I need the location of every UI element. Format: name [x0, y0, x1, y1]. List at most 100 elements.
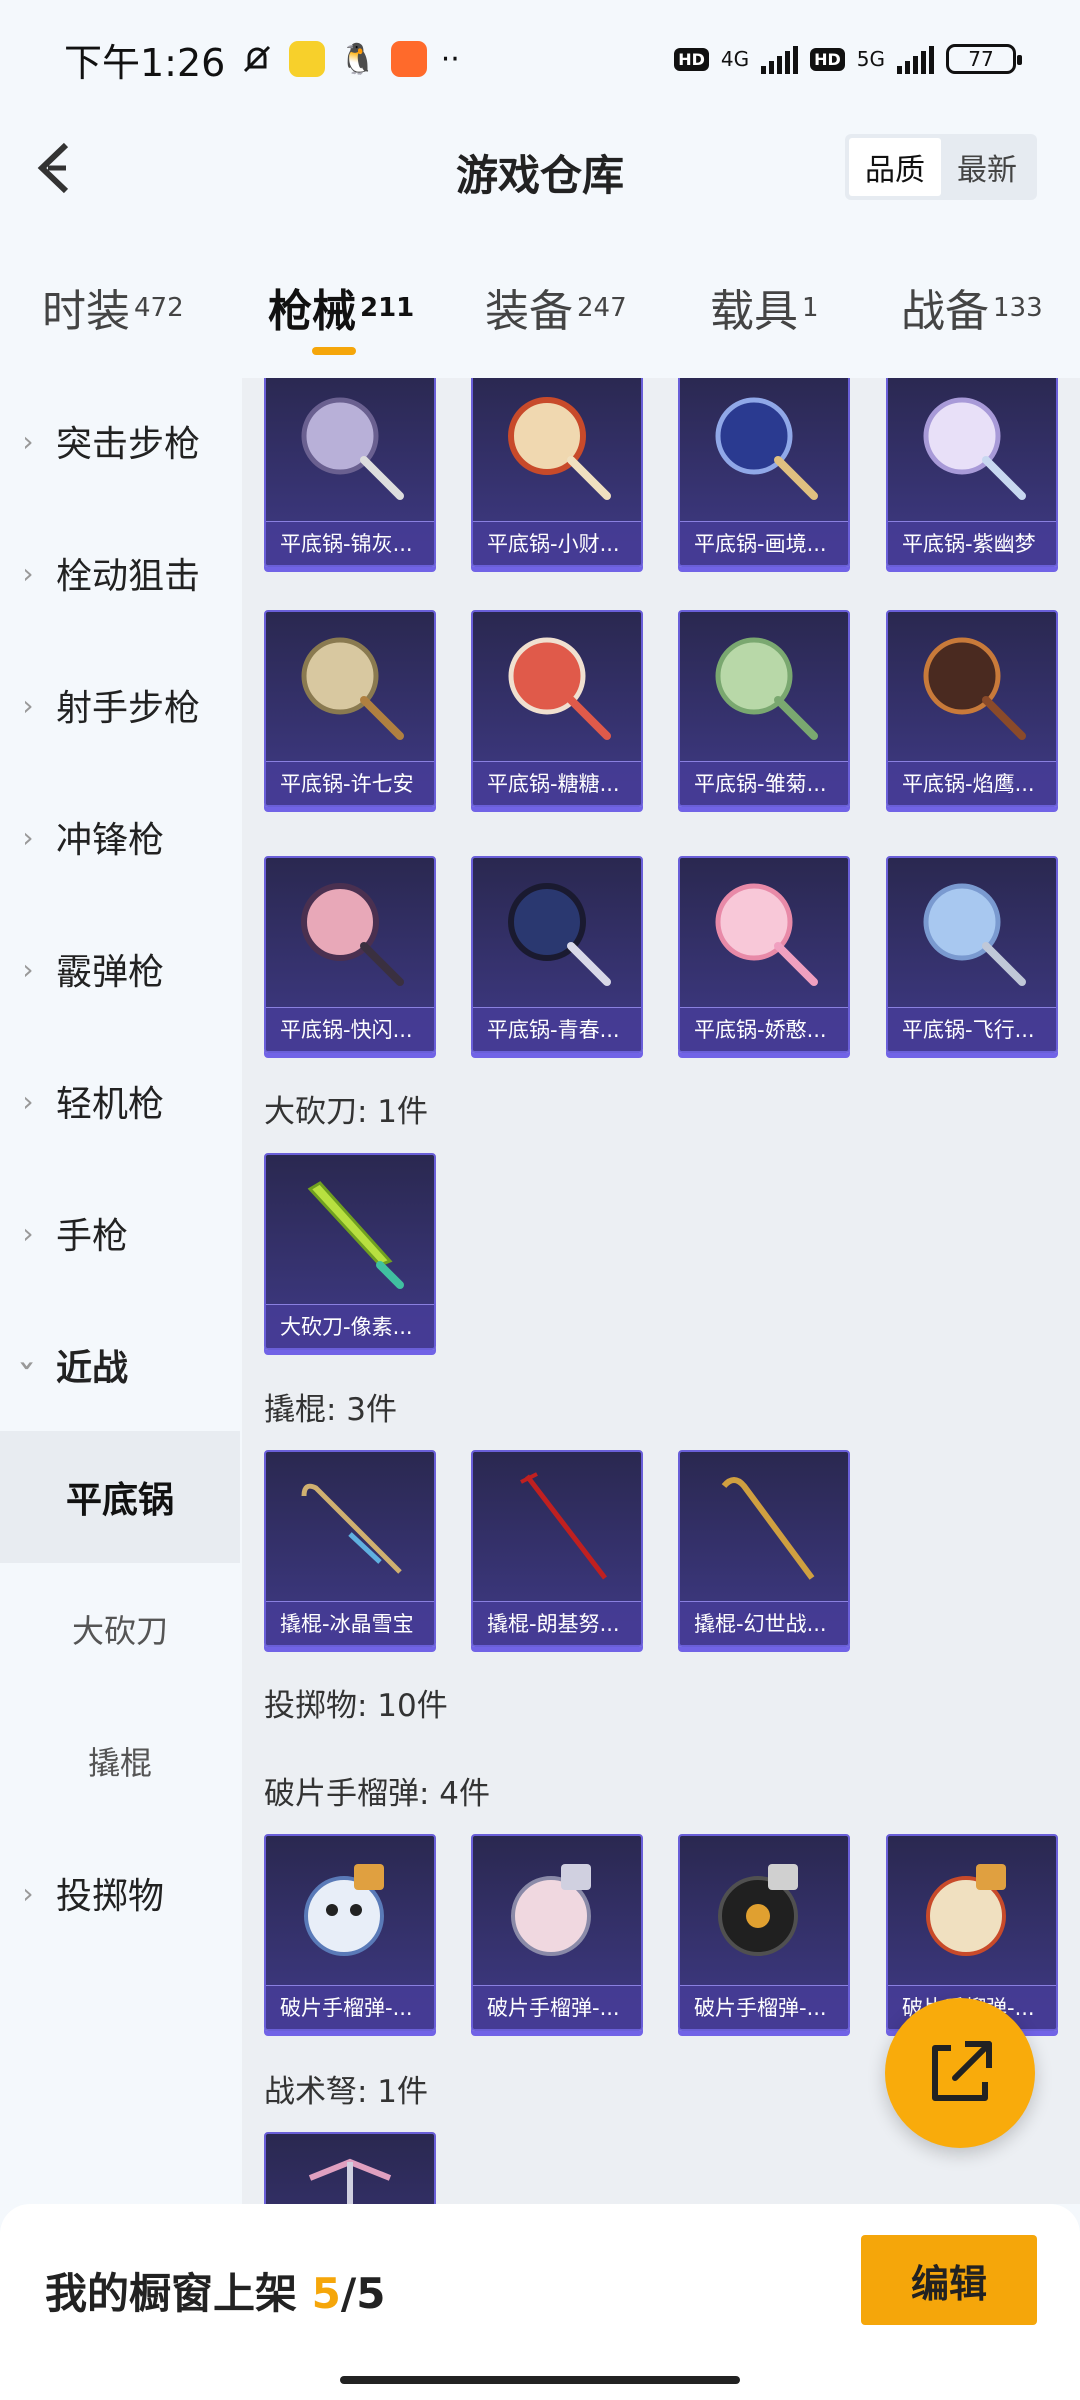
sidebar-item-throwable[interactable]: › 投掷物 — [0, 1827, 240, 1959]
signal-icon-2 — [897, 44, 934, 74]
sidebar-item-shotgun[interactable]: › 霰弹枪 — [0, 903, 240, 1035]
crossbow-icon — [308, 2158, 392, 2204]
pan-icon — [508, 397, 611, 500]
item-card[interactable]: 破片手榴弹-... — [264, 1834, 436, 2031]
sidebar-sub-machete[interactable]: 大砍刀 — [0, 1563, 240, 1695]
sidebar-item-label: 突击步枪 — [56, 424, 201, 465]
tab-label: 枪械 — [268, 286, 356, 337]
edit-button[interactable]: 编辑 — [861, 2235, 1037, 2325]
sidebar-item-marksman[interactable]: › 射手步枪 — [0, 639, 240, 771]
item-card[interactable]: 平底锅-飞行... — [886, 856, 1058, 1053]
item-card[interactable]: 破片手榴弹-... — [471, 1834, 643, 2031]
sidebar-item-label: 近战 — [56, 1348, 129, 1389]
item-card[interactable]: 撬棍-朗基努... — [471, 1450, 643, 1647]
item-name: 平底锅-紫幽梦 — [888, 521, 1056, 565]
section-grenade: 破片手榴弹: 4件 — [264, 1776, 491, 1812]
showcase-label: 我的橱窗上架 5/5 — [45, 2260, 385, 2321]
network-4g: 4G — [720, 47, 750, 71]
item-name: 破片手榴弹-... — [266, 1985, 434, 2029]
tab-supplies[interactable]: 战备 133 — [901, 275, 1043, 339]
crowbar-icon — [301, 1483, 402, 1574]
sidebar-item-label: 手枪 — [56, 1216, 129, 1257]
item-name: 平底锅-雏菊... — [680, 761, 848, 805]
tab-indicator — [312, 347, 356, 355]
tab-equipment[interactable]: 装备 247 — [485, 275, 627, 339]
shop-notification-icon — [390, 41, 427, 77]
machete-icon — [307, 1181, 404, 1289]
tab-label: 载具 — [710, 286, 798, 337]
qq-icon: 🐧 — [339, 41, 377, 77]
item-card[interactable]: 大砍刀-像素... — [264, 1153, 436, 1350]
pan-icon — [715, 397, 818, 500]
share-button[interactable] — [885, 1998, 1035, 2148]
tab-count: 1 — [802, 293, 819, 323]
tab-count: 133 — [993, 293, 1043, 323]
section-crossbow: 战术弩: 1件 — [264, 2074, 429, 2110]
item-card[interactable]: 平底锅-小财... — [471, 378, 643, 567]
sort-quality-button[interactable]: 品质 — [849, 138, 941, 196]
grenade-icon — [926, 1864, 1006, 1956]
sidebar-item-lmg[interactable]: › 轻机枪 — [0, 1035, 240, 1167]
pan-icon — [508, 883, 611, 986]
item-card[interactable]: 平底锅-锦灰... — [264, 378, 436, 567]
sidebar-item-smg[interactable]: › 冲锋枪 — [0, 771, 240, 903]
category-tabs: 时装 472 枪械 211 装备 247 载具 1 战备 133 — [0, 255, 1080, 375]
sidebar-item-pistol[interactable]: › 手枪 — [0, 1167, 240, 1299]
sidebar-item-label: 射手步枪 — [56, 688, 201, 729]
sidebar-item-label: 栓动狙击 — [56, 556, 201, 597]
item-card[interactable]: 破片手榴弹-... — [678, 1834, 850, 2031]
sort-latest-button[interactable]: 最新 — [941, 138, 1033, 196]
app-notification-icon — [289, 41, 326, 77]
item-name: 平底锅-青春... — [473, 1007, 641, 1051]
status-time: 下午1:26 — [64, 40, 226, 85]
sort-toggle: 品质 最新 — [845, 134, 1037, 200]
chevron-down-icon: › — [11, 1359, 45, 1371]
item-card[interactable]: 撬棍-幻世战... — [678, 1450, 850, 1647]
item-card[interactable]: 平底锅-紫幽梦 — [886, 378, 1058, 567]
item-card[interactable]: 平底锅-糖糖... — [471, 610, 643, 807]
item-name: 平底锅-画境... — [680, 521, 848, 565]
sidebar-sub-crowbar[interactable]: 撬棍 — [0, 1695, 240, 1827]
item-card[interactable]: 平底锅-娇憨... — [678, 856, 850, 1053]
item-name: 平底锅-锦灰... — [266, 521, 434, 565]
signal-icon — [761, 44, 799, 74]
hd-badge-2: HD — [810, 47, 845, 71]
sidebar-item-bolt-sniper[interactable]: › 栓动狙击 — [0, 507, 240, 639]
item-card[interactable]: 平底锅-雏菊... — [678, 610, 850, 807]
tab-guns[interactable]: 枪械 211 — [268, 275, 414, 339]
network-5g: 5G — [856, 47, 885, 71]
sidebar-sub-pan[interactable]: 平底锅 — [0, 1431, 240, 1563]
item-card[interactable]: 平底锅-画境... — [678, 378, 850, 567]
pan-icon — [715, 883, 818, 986]
tab-fashion[interactable]: 时装 472 — [42, 275, 184, 339]
tab-vehicles[interactable]: 载具 1 — [710, 275, 819, 339]
item-card[interactable]: 平底锅-青春... — [471, 856, 643, 1053]
chevron-right-icon: › — [22, 820, 34, 854]
home-indicator[interactable] — [340, 2376, 740, 2384]
chevron-right-icon: › — [22, 1216, 34, 1250]
pan-icon — [923, 883, 1026, 986]
sidebar-item-label: 霰弹枪 — [56, 952, 165, 993]
sidebar-item-melee[interactable]: › 近战 — [0, 1299, 240, 1431]
item-name: 撬棍-幻世战... — [680, 1601, 848, 1645]
chevron-right-icon: › — [22, 556, 34, 590]
sidebar-item-assault-rifle[interactable]: › 突击步枪 — [0, 375, 240, 507]
tab-label: 战备 — [901, 286, 989, 337]
item-card[interactable]: 平底锅-许七安 — [264, 610, 436, 807]
item-card[interactable]: 平底锅-焰鹰... — [886, 610, 1058, 807]
pan-icon — [301, 883, 404, 986]
showcase-text: 我的橱窗上架 — [45, 2269, 312, 2318]
mute-bell-icon — [244, 45, 271, 73]
more-dots-icon: ·· — [440, 41, 460, 77]
item-name: 撬棍-冰晶雪宝 — [266, 1601, 434, 1645]
item-card[interactable] — [264, 2132, 436, 2204]
item-grid: 平底锅-锦灰... 平底锅-小财... 平底锅-画境... 平底锅-紫幽梦 平底… — [242, 378, 1080, 2204]
sidebar-item-label: 投掷物 — [56, 1876, 165, 1917]
item-card[interactable]: 撬棍-冰晶雪宝 — [264, 1450, 436, 1647]
hd-badge: HD — [674, 47, 709, 71]
tab-count: 472 — [134, 293, 184, 323]
item-card[interactable]: 平底锅-快闪... — [264, 856, 436, 1053]
pan-icon — [508, 637, 611, 740]
chevron-right-icon: › — [22, 688, 34, 722]
status-bar: 下午1:26 🐧 ·· HD 4G HD 5G 77 — [0, 0, 1080, 118]
